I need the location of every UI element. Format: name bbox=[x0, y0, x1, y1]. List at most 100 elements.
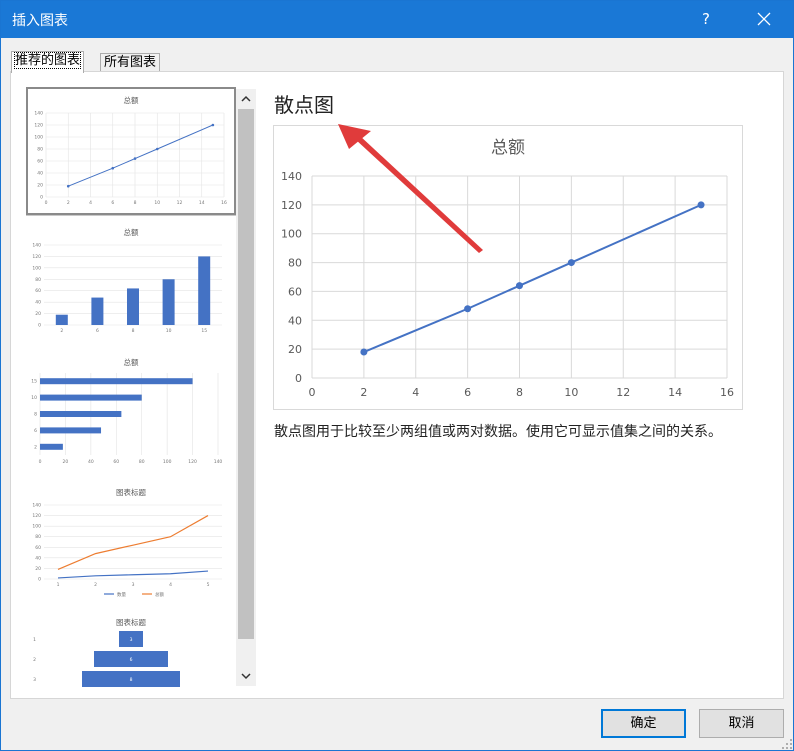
thumbnail-bar bbox=[40, 394, 142, 401]
data-point bbox=[567, 259, 575, 267]
thumbnail-bar bbox=[198, 256, 211, 325]
thumbnail-scrollbar[interactable] bbox=[236, 89, 256, 686]
thumbnail-tick-label: 80 bbox=[35, 277, 41, 283]
thumbnail-scatter[interactable]: 总额 0 20 40 60 80 100 120 140 0 2 4 6 8 10 12 14 16 bbox=[26, 87, 236, 215]
y-tick-label: 120 bbox=[281, 199, 302, 212]
thumbnail-bar[interactable]: 总额 0 20 40 60 80 100 120 140 2 6 8 10 15 bbox=[26, 351, 236, 469]
thumbnail-tick-label: 120 bbox=[34, 123, 43, 129]
thumbnail-tick-label: 0 bbox=[38, 577, 41, 583]
thumbnail-chart: 总额 0 20 40 60 80 100 120 140 2 6 8 10 15 bbox=[32, 227, 222, 334]
thumbnail-tick-label: 15 bbox=[31, 379, 37, 385]
thumbnail-tick-label: 0 bbox=[40, 195, 43, 201]
thumbnail-tick-label: 2 bbox=[34, 444, 37, 450]
thumbnail-tick-label: 120 bbox=[32, 254, 41, 260]
thumbnail-tick-label: 120 bbox=[188, 459, 197, 465]
thumbnail-data-point bbox=[111, 166, 115, 170]
thumbnail-tick-label: 8 bbox=[134, 200, 137, 206]
thumbnail-bar bbox=[55, 314, 68, 325]
help-button[interactable]: ? bbox=[691, 5, 721, 33]
thumbnail-bar bbox=[91, 297, 104, 325]
chart-type-name: 散点图 bbox=[274, 93, 334, 117]
tab-all-charts[interactable]: 所有图表 bbox=[100, 53, 161, 73]
thumbnail-tick-label: 40 bbox=[35, 555, 41, 561]
thumbnail-tick-label: 60 bbox=[113, 459, 119, 465]
thumbnail-tick-label: 10 bbox=[154, 200, 160, 206]
arrow-shaft bbox=[355, 135, 483, 253]
data-point bbox=[516, 282, 523, 290]
thumbnail-tick-label: 16 bbox=[221, 200, 227, 206]
thumbnail-tick-label: 140 bbox=[32, 503, 41, 509]
thumbnail-tick-label: 4 bbox=[169, 582, 172, 588]
thumbnail-funnel[interactable]: 图表标题 3 1 6 2 8 3 bbox=[26, 611, 236, 687]
thumbnail-tick-label: 12 bbox=[177, 200, 183, 206]
thumbnail-title: 总额 bbox=[124, 95, 139, 105]
x-tick-label: 16 bbox=[720, 386, 734, 399]
thumbnail-chart: 图表标题 0 20 40 60 80 100 120 140 1 2 3 4 5 数量 总额 bbox=[32, 487, 222, 598]
x-tick-label: 14 bbox=[668, 386, 682, 399]
thumbnail-list: 总额 0 20 40 60 80 100 120 140 0 2 4 6 8 10 12 14 16 总额 0 20 4… bbox=[26, 87, 236, 687]
thumbnail-series-line bbox=[57, 515, 209, 571]
thumbnail-tick-label: 60 bbox=[35, 545, 41, 551]
thumbnail-tick-label: 2 bbox=[60, 328, 63, 334]
thumbnail-title: 图表标题 bbox=[116, 617, 146, 627]
thumbnail-tick-label: 1 bbox=[57, 582, 60, 588]
y-tick-label: 140 bbox=[281, 170, 302, 183]
y-tick-label: 20 bbox=[288, 343, 302, 356]
thumbnail-tick-label: 20 bbox=[63, 459, 69, 465]
thumbnail-series-line bbox=[57, 570, 209, 579]
thumbnail-tick-label: 140 bbox=[34, 111, 43, 117]
chart-description: 散点图用于比较至少两组值或两对数据。使用它可显示值集之间的关系。 bbox=[274, 424, 722, 440]
thumbnail-tick-label: 100 bbox=[163, 459, 172, 465]
thumbnail-tick-label: 80 bbox=[35, 534, 41, 540]
thumbnail-chart: 总额 0 20 40 60 80 100 120 140 2 6 8 10 15 bbox=[31, 357, 223, 465]
y-tick-label: 0 bbox=[295, 372, 302, 385]
thumbnail-tick-label: 100 bbox=[32, 265, 41, 271]
thumbnail-title: 图表标题 bbox=[116, 487, 146, 497]
thumbnail-data-point bbox=[155, 147, 159, 151]
x-tick-label: 12 bbox=[616, 386, 630, 399]
x-tick-label: 10 bbox=[564, 386, 578, 399]
y-tick-label: 100 bbox=[281, 228, 302, 241]
thumbnail-tick-label: 60 bbox=[37, 159, 43, 165]
thumbnail-tick-label: 1 bbox=[33, 637, 36, 643]
ok-button[interactable]: 确定 bbox=[601, 709, 686, 738]
thumbnail-bar bbox=[40, 427, 102, 434]
chevron-down-icon bbox=[241, 673, 251, 680]
thumbnail-bar bbox=[127, 288, 139, 325]
thumbnail-bar bbox=[40, 411, 122, 417]
thumbnail-bar bbox=[162, 279, 175, 325]
thumbnail-tick-label: 5 bbox=[207, 582, 210, 588]
thumbnail-legend-label: 数量 bbox=[117, 591, 126, 598]
thumbnail-tick-label: 80 bbox=[37, 147, 43, 153]
cancel-button[interactable]: 取消 bbox=[699, 709, 784, 738]
thumbnail-bar bbox=[40, 378, 193, 385]
resize-grip-icon[interactable] bbox=[781, 738, 793, 750]
close-button[interactable] bbox=[747, 5, 781, 33]
data-point bbox=[464, 305, 472, 313]
scroll-thumb[interactable] bbox=[238, 109, 254, 639]
thumbnail-tick-label: 14 bbox=[199, 200, 205, 206]
thumbnail-legend-label: 总额 bbox=[155, 591, 164, 598]
thumbnail-bar-label: 6 bbox=[130, 657, 133, 663]
thumbnail-data-point bbox=[211, 123, 215, 127]
thumbnail-title: 总额 bbox=[124, 357, 139, 367]
tab-recommended-charts[interactable]: 推荐的图表 bbox=[11, 51, 85, 73]
x-tick-label: 0 bbox=[309, 386, 316, 399]
thumbnail-data-point bbox=[133, 157, 137, 160]
scroll-up-button[interactable] bbox=[236, 89, 256, 109]
title-bar: 插入图表 ? bbox=[1, 1, 793, 38]
thumbnail-tick-label: 20 bbox=[35, 566, 41, 572]
thumbnail-tick-label: 10 bbox=[166, 328, 172, 334]
thumbnail-data-point bbox=[66, 184, 70, 188]
data-point bbox=[360, 348, 368, 356]
thumbnail-column[interactable]: 总额 0 20 40 60 80 100 120 140 2 6 8 10 15 bbox=[26, 221, 236, 339]
thumbnail-tick-label: 100 bbox=[32, 524, 41, 530]
thumbnail-tick-label: 140 bbox=[214, 459, 223, 465]
thumbnail-tick-label: 0 bbox=[38, 323, 41, 329]
thumbnail-tick-label: 4 bbox=[89, 200, 92, 206]
x-tick-label: 2 bbox=[360, 386, 367, 399]
thumbnail-tick-label: 20 bbox=[37, 183, 43, 189]
thumbnail-tick-label: 6 bbox=[96, 328, 99, 334]
scroll-down-button[interactable] bbox=[236, 666, 256, 686]
thumbnail-line[interactable]: 图表标题 0 20 40 60 80 100 120 140 1 2 3 4 5 数量 总额 bbox=[26, 481, 236, 601]
